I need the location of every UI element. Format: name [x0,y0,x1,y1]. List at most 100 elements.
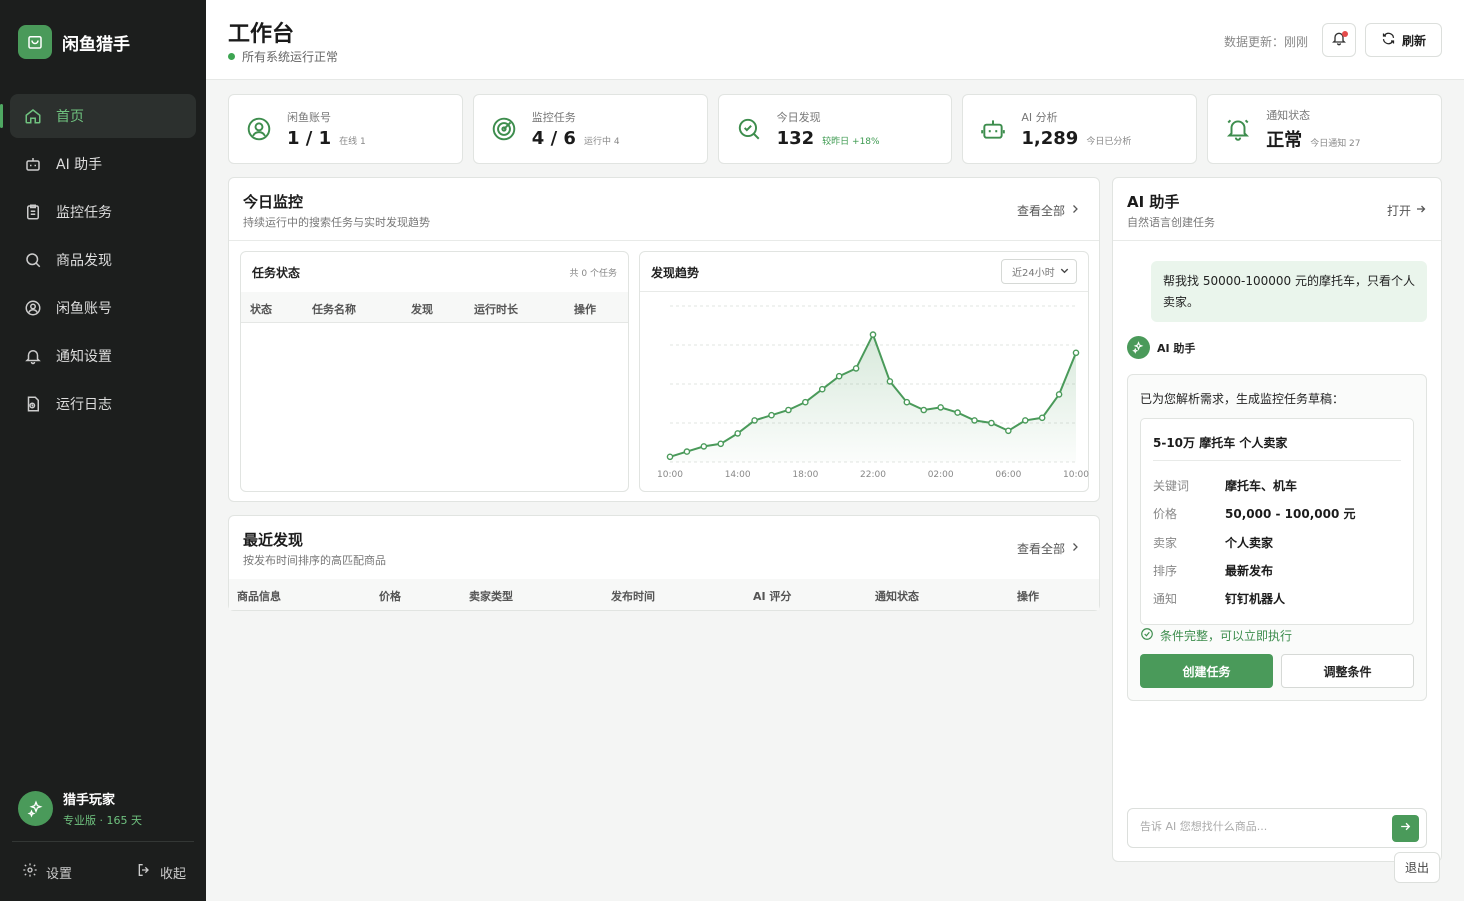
refresh-button[interactable]: 刷新 [1365,23,1442,57]
search-check-icon [735,115,763,143]
ai-input-box [1127,808,1427,848]
send-button[interactable] [1392,815,1419,842]
range-select[interactable]: 近24小时 [1001,259,1077,284]
view-all-link[interactable]: 查看全部 [1017,540,1081,557]
stat-value: 132 [776,128,815,149]
open-ai-link[interactable]: 打开 [1387,202,1427,219]
stat-value: 1,289 [1021,128,1079,149]
collapse-label: 收起 [159,866,186,882]
chart-point [1055,391,1063,398]
chart-point [700,443,708,450]
system-status-text: 所有系统运行正常 [242,50,339,64]
chart-point [751,417,758,424]
adjust-conditions-button[interactable]: 调整条件 [1281,654,1414,688]
chart-x-tick-label: 18:00 [792,470,818,480]
robot-icon [979,115,1007,143]
chart-point [802,398,809,406]
sparkle-icon [1127,336,1150,359]
arrow-right-icon [1399,820,1412,837]
user-circle-icon [24,299,42,317]
stat-card-monitor-tasks[interactable]: 监控任务 4 / 6 运行中 4 [472,94,708,164]
stat-label: AI 分析 [1021,111,1058,124]
open-label: 打开 [1386,204,1411,218]
stat-sub: 今日通知 27 [1310,138,1361,149]
sidebar-item-label: AI 助手 [56,157,103,173]
chart-x-tick-label: 02:00 [928,470,954,480]
ai-chat-input[interactable] [1140,820,1380,833]
chart-point [903,398,911,406]
chart-point [683,448,691,455]
avatar [18,791,53,826]
chart-point [869,331,877,338]
user-name: 猎手玩家 [63,793,116,808]
chart-point [734,430,741,437]
column-header: 卖家类型 [469,590,513,603]
sidebar-item-label: 商品发现 [56,253,112,269]
column-header: 任务名称 [312,303,356,316]
stat-card-notification-status[interactable]: 通知状态 正常 今日通知 27 [1207,94,1442,164]
chart-point [1072,349,1080,357]
settings-label: 设置 [46,866,73,882]
sidebar-item-label: 闲鱼账号 [56,301,112,317]
stat-value: 正常 [1266,129,1303,151]
stat-card-today-found[interactable]: 今日发现 132 较昨日 +18% [717,94,953,164]
column-header: 通知状态 [875,590,919,603]
sidebar-item-logs[interactable]: 运行日志 [10,382,196,426]
stat-sub: 在线 1 [339,137,366,147]
sidebar-item-accounts[interactable]: 闲鱼账号 [10,286,196,330]
panel-title: AI 助手 [1127,193,1180,211]
draft-key: 价格 [1153,507,1178,521]
column-header: 运行时长 [474,303,518,316]
chart-point [818,385,826,393]
panel-title: 最近发现 [243,531,304,549]
trend-chart: 10:00 14:00 18:00 22:00 02:00 06:00 10:00 [657,305,1089,480]
system-status: 所有系统运行正常 [228,48,338,65]
bot-name: AI 助手 [1157,341,1196,355]
sidebar-item-label: 通知设置 [56,349,112,365]
draft-row: 关键词 摩托车、机车 [1153,477,1297,494]
draft-value: 最新发布 [1225,564,1274,578]
stat-label: 通知状态 [1266,108,1311,122]
stat-value: 1 / 1 [287,128,332,149]
sidebar-item-home[interactable]: 首页 [0,94,196,138]
brand[interactable]: 闲鱼猎手 [18,25,130,59]
gear-icon [22,862,38,882]
panel-subtitle: 按发布时间排序的高匹配商品 [243,554,386,567]
sidebar-item-notifications[interactable]: 通知设置 [10,334,196,378]
status-dot [228,53,235,60]
sidebar-item-monitor-tasks[interactable]: 监控任务 [10,190,196,234]
logout-button[interactable]: 退出 [1394,852,1440,883]
chart-x-tick-label: 14:00 [725,470,751,480]
bot-header: AI 助手 [1127,336,1195,359]
user-message: 帮我找 50000-100000 元的摩托车，只看个人卖家。 [1151,261,1427,322]
sidebar-item-ai-assistant[interactable]: AI 助手 [10,142,196,186]
sidebar-item-product-discovery[interactable]: 商品发现 [10,238,196,282]
user-profile[interactable]: 猎手玩家 专业版 · 165 天 [18,789,142,828]
sidebar-item-label: 首页 [56,109,84,125]
draft-value: 个人卖家 [1225,536,1274,550]
view-all-label: 查看全部 [1016,204,1065,218]
refresh-icon [1381,31,1396,49]
bell-icon [24,347,42,365]
chart-x-tick-label: 06:00 [995,470,1021,480]
today-monitor-panel: 今日监控 持续运行中的搜索任务与实时发现趋势 查看全部 任务状态 共 0 个任务… [228,177,1100,502]
draft-key: 通知 [1153,592,1178,606]
sidebar-item-label: 监控任务 [56,205,112,221]
stat-card-ai-analysis[interactable]: AI 分析 1,289 今日已分析 [962,94,1198,164]
user-circle-icon [245,115,273,143]
shopping-bag-icon [18,25,52,59]
chart-point [920,406,928,414]
create-task-button[interactable]: 创建任务 [1140,654,1273,688]
chart-point [852,365,860,372]
radar-icon [490,115,518,143]
notification-button[interactable] [1322,23,1356,57]
settings-button[interactable]: 设置 [22,862,72,882]
stat-value: 4 / 6 [531,128,576,149]
stat-card-accounts[interactable]: 闲鱼账号 1 / 1 在线 1 [228,94,463,164]
collapse-button[interactable]: 收起 [136,862,186,882]
chart-point [835,372,843,380]
ready-text: 条件完整，可以立即执行 [1160,629,1293,643]
chart-x-tick-label: 22:00 [860,470,886,480]
chart-point [1038,414,1046,422]
view-all-link[interactable]: 查看全部 [1017,202,1081,219]
